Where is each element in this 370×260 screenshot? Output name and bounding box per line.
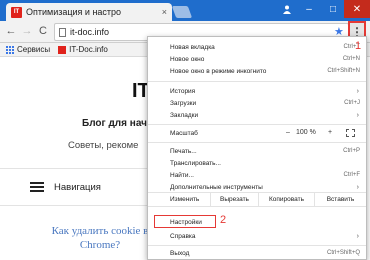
zoom-value: 100 %	[296, 129, 316, 136]
submenu-arrow-icon: ›	[356, 111, 359, 119]
menu-item-history[interactable]: История ›	[148, 85, 366, 97]
menu-item-label: Дополнительные инструменты	[170, 183, 263, 191]
menu-item-downloads[interactable]: Загрузки Ctrl+J	[148, 97, 366, 109]
navigation-menu[interactable]: Навигация	[0, 168, 150, 206]
menu-separator	[148, 81, 366, 82]
menu-item-new-tab[interactable]: Новая вкладка Ctrl+T	[148, 41, 366, 53]
site-favicon-icon: IT	[11, 6, 22, 18]
menu-item-label: Выход	[170, 249, 190, 257]
menu-separator	[148, 142, 366, 143]
submenu-arrow-icon: ›	[356, 87, 359, 95]
menu-item-label: Закладки	[170, 111, 199, 119]
menu-shortcut: Ctrl+Shift+N	[327, 68, 360, 74]
title-bar: IT Оптимизация и настро × – □ ✕	[0, 0, 370, 21]
menu-item-label: Масштаб	[170, 129, 198, 137]
navigation-label: Навигация	[54, 181, 101, 193]
menu-item-zoom: Масштаб	[148, 127, 366, 139]
new-tab-button[interactable]	[171, 6, 193, 18]
menu-item-help[interactable]: Справка ›	[148, 230, 366, 242]
reload-button[interactable]: C	[36, 25, 50, 37]
zoom-out-button[interactable]: –	[286, 129, 290, 136]
apps-icon	[6, 45, 14, 54]
cut-button[interactable]: Вырезать	[210, 193, 258, 206]
callout-number-2: 2	[220, 214, 227, 226]
edit-row: Изменить Вырезать Копировать Вставить	[148, 192, 366, 207]
menu-item-label: Печать...	[170, 147, 197, 155]
article-link[interactable]: Как удалить cookie в Chrome?	[40, 224, 160, 252]
menu-item-find[interactable]: Найти... Ctrl+F	[148, 169, 366, 181]
chrome-main-menu: Новая вкладка Ctrl+T Новое окно Ctrl+N Н…	[147, 36, 367, 260]
menu-separator	[148, 245, 366, 246]
menu-item-label: Справка	[170, 232, 196, 240]
menu-item-label: Новая вкладка	[170, 43, 215, 51]
menu-separator	[148, 124, 366, 125]
copy-button[interactable]: Копировать	[258, 193, 314, 206]
tab-title: Оптимизация и настро	[26, 7, 122, 17]
menu-item-incognito[interactable]: Новое окно в режиме инкогнито Ctrl+Shift…	[148, 65, 366, 77]
forward-button[interactable]: →	[20, 25, 34, 37]
close-tab-icon[interactable]: ×	[162, 7, 167, 17]
back-button[interactable]: ←	[4, 25, 18, 37]
edit-label: Изменить	[170, 196, 200, 203]
site-subtagline: Советы, рекоме	[68, 140, 139, 151]
menu-item-label: Найти...	[170, 171, 194, 179]
browser-tab[interactable]: IT Оптимизация и настро ×	[6, 3, 172, 21]
submenu-arrow-icon: ›	[356, 232, 359, 240]
site-tagline: Блог для начи	[82, 118, 154, 129]
user-icon[interactable]	[278, 0, 296, 18]
menu-item-exit[interactable]: Выход Ctrl+Shift+Q	[148, 247, 366, 259]
close-window-button[interactable]: ✕	[344, 0, 370, 18]
maximize-button[interactable]: □	[322, 0, 344, 18]
settings-highlight-box	[154, 215, 216, 228]
menu-item-label: Загрузки	[170, 99, 197, 107]
url-text: it-doc.info	[70, 27, 110, 37]
bookmark-label: Сервисы	[17, 45, 51, 54]
menu-item-bookmarks[interactable]: Закладки ›	[148, 109, 366, 121]
site-favicon-icon	[58, 45, 67, 54]
menu-shortcut: Ctrl+N	[342, 56, 360, 62]
fullscreen-icon[interactable]	[346, 129, 355, 137]
page-icon	[59, 27, 66, 37]
menu-shortcut: Ctrl+Shift+Q	[326, 250, 360, 256]
hamburger-icon	[30, 182, 44, 192]
menu-item-label: Новое окно в режиме инкогнито	[170, 67, 267, 75]
bookmark-services[interactable]: Сервисы	[6, 45, 50, 54]
callout-number-1: 1	[355, 40, 362, 52]
bookmark-it-doc[interactable]: IT-Doc.info	[58, 45, 108, 54]
menu-shortcut: Ctrl+F	[343, 172, 361, 178]
menu-item-label: История	[170, 87, 196, 95]
menu-item-cast[interactable]: Транслировать...	[148, 157, 366, 169]
paste-button[interactable]: Вставить	[314, 193, 366, 206]
zoom-in-button[interactable]: +	[328, 129, 332, 136]
menu-item-print[interactable]: Печать... Ctrl+P	[148, 145, 366, 157]
menu-item-new-window[interactable]: Новое окно Ctrl+N	[148, 53, 366, 65]
menu-item-label: Транслировать...	[170, 159, 221, 167]
minimize-button[interactable]: –	[298, 0, 320, 18]
submenu-arrow-icon: ›	[356, 183, 359, 191]
menu-shortcut: Ctrl+J	[344, 100, 360, 106]
menu-shortcut: Ctrl+P	[343, 148, 360, 154]
menu-item-label: Новое окно	[170, 55, 205, 63]
bookmark-label: IT-Doc.info	[69, 45, 108, 54]
